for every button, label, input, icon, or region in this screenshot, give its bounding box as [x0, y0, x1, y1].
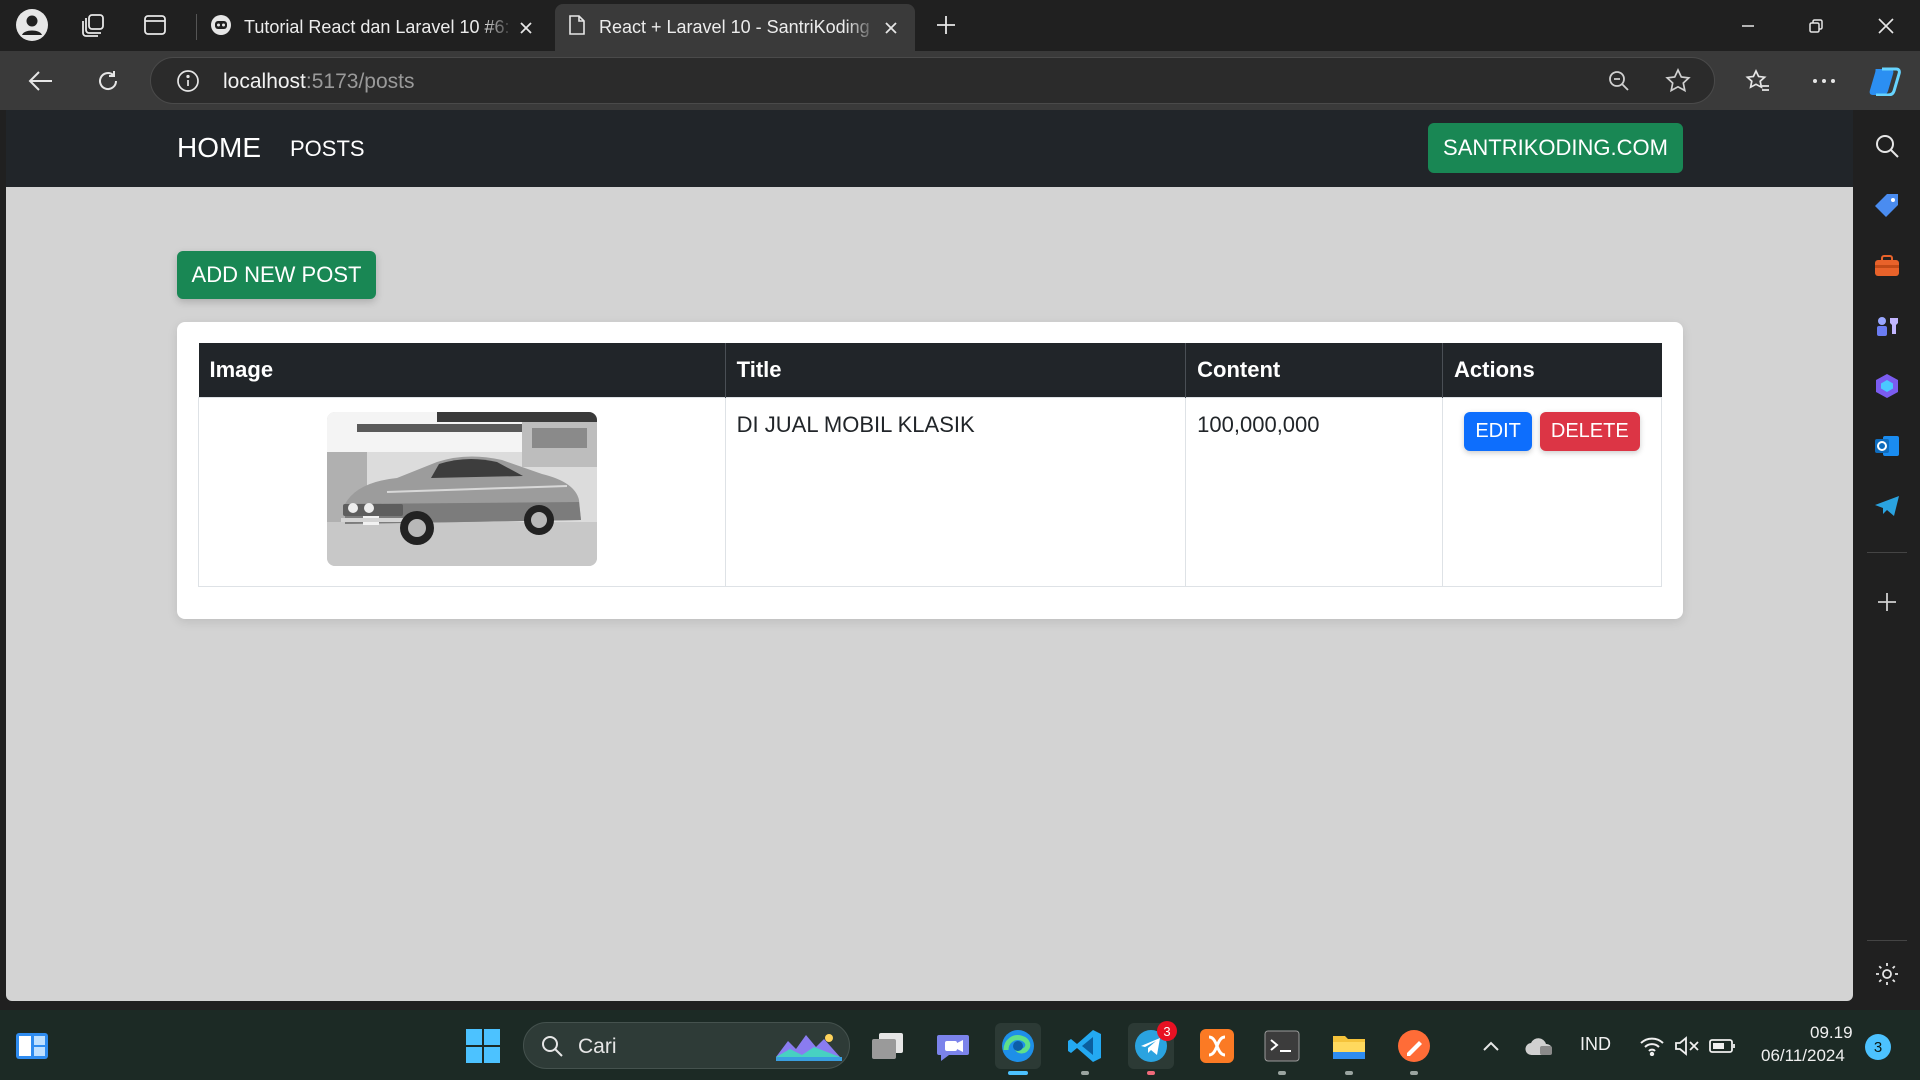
battery-icon[interactable] [1700, 1023, 1746, 1069]
page-viewport: HOME POSTS SANTRIKODING.COM ADD NEW POST… [6, 110, 1853, 1001]
sidebar-divider [1867, 940, 1907, 941]
action-buttons: EDIT DELETE [1454, 411, 1650, 451]
column-header-title: Title [725, 343, 1187, 397]
actions-cell: EDIT DELETE [1442, 396, 1662, 587]
title-cell: DI JUAL MOBIL KLASIK [724, 396, 1187, 587]
tab-title: Tutorial React dan Laravel 10 #6: [244, 17, 510, 37]
telegram-icon[interactable]: 3 [1128, 1021, 1177, 1075]
new-tab-icon[interactable] [929, 8, 963, 42]
table-header-row: Image Title Content Actions [198, 343, 1662, 397]
shopping-tag-icon[interactable] [1869, 188, 1905, 224]
column-header-content: Content [1185, 343, 1444, 397]
site-navbar: HOME POSTS SANTRIKODING.COM [6, 110, 1853, 187]
running-indicator [1345, 1071, 1353, 1075]
terminal-icon[interactable] [1259, 1023, 1305, 1075]
outlook-icon[interactable] [1869, 428, 1905, 464]
minimize-icon[interactable] [1714, 0, 1782, 51]
delete-button[interactable]: DELETE [1539, 411, 1640, 451]
add-new-post-button[interactable]: ADD NEW POST [177, 251, 376, 299]
edge-browser-icon[interactable] [995, 1023, 1041, 1075]
refresh-icon[interactable] [90, 63, 126, 99]
site-info-icon[interactable] [171, 64, 205, 98]
workspaces-icon[interactable] [76, 8, 110, 42]
show-hidden-icons-chevron-icon[interactable] [1468, 1023, 1514, 1069]
postman-icon[interactable] [1391, 1023, 1437, 1075]
clock-time[interactable]: 09.19 [1810, 1023, 1853, 1043]
image-cell [198, 396, 726, 587]
posts-card: Image Title Content Actions DI JUAL MOBI… [177, 322, 1683, 619]
search-icon [540, 1034, 564, 1063]
url-text[interactable]: localhost:5173/posts [223, 70, 414, 94]
file-explorer-icon[interactable] [1326, 1023, 1372, 1075]
url-path: :5173/posts [305, 70, 415, 93]
browser-titlebar: Tutorial React dan Laravel 10 #6: React … [0, 0, 1920, 51]
address-bar[interactable]: localhost:5173/posts [150, 57, 1715, 104]
running-indicator [1081, 1071, 1089, 1075]
active-indicator [1008, 1071, 1028, 1075]
sidebar-divider [1867, 552, 1907, 553]
widgets-icon[interactable] [9, 1023, 55, 1069]
windows-taskbar: Cari 3 IND 09.19 06/11/2024 [0, 1010, 1920, 1080]
content-cell: 100,000,000 [1185, 396, 1444, 587]
taskbar-search[interactable]: Cari [523, 1022, 850, 1069]
tab-favicon-icon [210, 14, 232, 41]
more-options-icon[interactable] [1806, 63, 1842, 99]
restore-icon[interactable] [1782, 0, 1850, 51]
notification-count-badge[interactable]: 3 [1865, 1034, 1891, 1060]
settings-gear-icon[interactable] [1869, 956, 1905, 992]
running-indicator [1147, 1071, 1155, 1075]
copilot-m365-icon[interactable] [1869, 368, 1905, 404]
running-indicator [1278, 1071, 1286, 1075]
window-close-icon[interactable] [1852, 0, 1920, 51]
games-chess-icon[interactable] [1869, 308, 1905, 344]
tab-actions-icon[interactable] [138, 8, 172, 42]
profile-icon[interactable] [15, 8, 49, 42]
search-label: Cari [578, 1035, 617, 1058]
back-icon[interactable] [23, 63, 59, 99]
edge-sidebar [1853, 110, 1920, 1010]
tools-briefcase-icon[interactable] [1869, 248, 1905, 284]
copilot-icon[interactable] [1868, 63, 1904, 99]
add-icon[interactable] [1869, 584, 1905, 620]
close-icon[interactable] [514, 16, 538, 40]
column-header-actions: Actions [1442, 343, 1662, 397]
favorite-star-icon[interactable] [1661, 64, 1695, 98]
url-host: localhost [223, 70, 306, 93]
nav-posts-link[interactable]: POSTS [290, 136, 365, 162]
column-header-image: Image [198, 343, 726, 397]
onedrive-cloud-icon[interactable] [1516, 1023, 1562, 1069]
favorites-icon[interactable] [1740, 63, 1776, 99]
tab-separator [196, 14, 197, 40]
vscode-icon[interactable] [1062, 1023, 1108, 1075]
page-icon [567, 14, 587, 41]
close-icon[interactable] [879, 16, 903, 40]
santrikoding-button[interactable]: SANTRIKODING.COM [1428, 123, 1683, 173]
browser-toolbar: localhost:5173/posts [0, 51, 1920, 110]
xampp-icon[interactable] [1194, 1023, 1240, 1069]
post-image-classic-car [326, 411, 597, 566]
search-highlight-icon [774, 1029, 844, 1068]
zoom-out-icon[interactable] [1602, 64, 1636, 98]
teams-chat-icon[interactable] [930, 1023, 976, 1069]
edit-button[interactable]: EDIT [1464, 411, 1532, 451]
tab-title: React + Laravel 10 - SantriKoding [599, 17, 870, 37]
table-row: DI JUAL MOBIL KLASIK 100,000,000 EDIT DE… [198, 396, 1662, 587]
clock-date[interactable]: 06/11/2024 [1761, 1046, 1845, 1066]
task-view-icon[interactable] [864, 1023, 910, 1069]
tab-tutorial[interactable]: Tutorial React dan Laravel 10 #6: [198, 4, 550, 51]
search-icon[interactable] [1869, 128, 1905, 164]
language-indicator[interactable]: IND [1580, 1034, 1611, 1055]
nav-home-link[interactable]: HOME [177, 132, 261, 164]
running-indicator [1410, 1071, 1418, 1075]
posts-table: Image Title Content Actions DI JUAL MOBI… [198, 343, 1662, 587]
tab-react-laravel[interactable]: React + Laravel 10 - SantriKoding [555, 4, 915, 51]
start-windows-icon[interactable] [460, 1023, 506, 1069]
telegram-send-icon[interactable] [1869, 488, 1905, 524]
telegram-badge: 3 [1157, 1021, 1177, 1041]
